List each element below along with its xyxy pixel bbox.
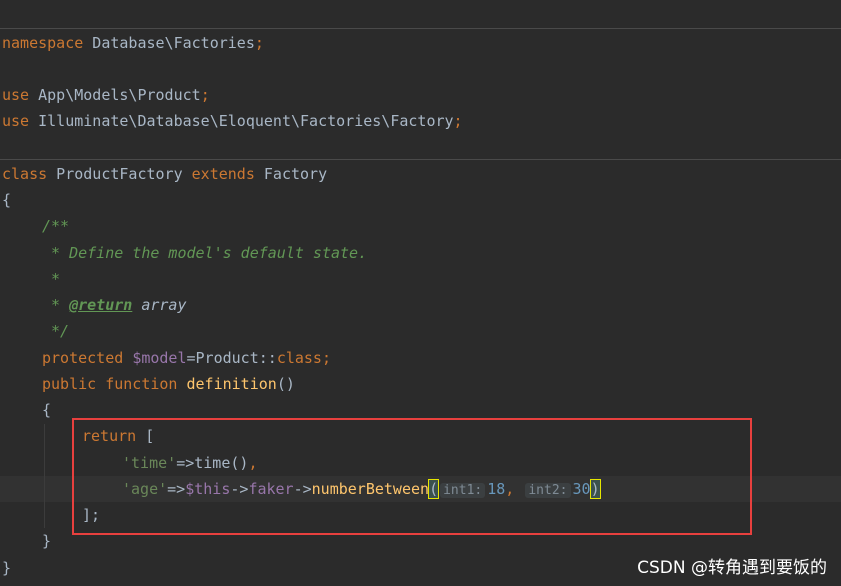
csdn-watermark: CSDN @转角遇到要饭的 [637,558,827,578]
indent-guide [44,424,45,528]
class-declaration[interactable]: class ProductFactory extends Factory [2,161,327,187]
namespace-line[interactable]: namespace Database\Factories; [2,30,264,56]
method-separator [0,159,841,160]
docblock-blank[interactable]: * [42,266,60,292]
model-property[interactable]: protected $model=Product::class; [42,345,331,371]
class-close-brace[interactable]: } [2,555,11,581]
method-close-brace[interactable]: } [42,528,51,554]
method-open-brace[interactable]: { [42,397,51,423]
use-line-1[interactable]: use App\Models\Product; [2,82,210,108]
top-separator [0,28,841,29]
method-declaration[interactable]: public function definition() [42,371,295,397]
docblock-open[interactable]: /** [42,213,69,239]
class-open-brace[interactable]: { [2,187,11,213]
docblock-description[interactable]: * Define the model's default state. [42,240,367,266]
docblock-close[interactable]: */ [42,318,69,344]
highlight-annotation-box [72,418,752,535]
use-line-2[interactable]: use Illuminate\Database\Eloquent\Factori… [2,108,463,134]
docblock-return[interactable]: * @return array [42,292,186,318]
